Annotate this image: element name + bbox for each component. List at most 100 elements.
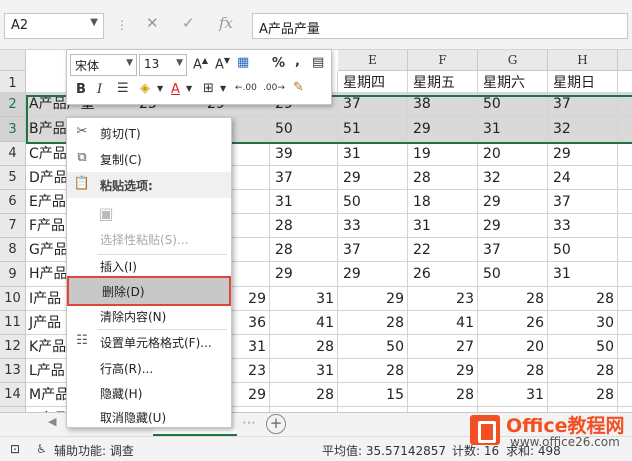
- cell[interactable]: 20: [478, 335, 548, 359]
- menu-item-hide[interactable]: 隐藏(H): [67, 380, 231, 406]
- menu-item-row-height[interactable]: 行高(R)...: [67, 355, 231, 381]
- cell[interactable]: 29: [338, 262, 408, 287]
- cell[interactable]: 29: [548, 142, 618, 166]
- cell[interactable]: 29: [478, 190, 548, 214]
- column-header[interactable]: G: [478, 50, 548, 71]
- align-center-icon[interactable]: ☰: [117, 81, 129, 96]
- paste-option-default[interactable]: ▣: [67, 198, 231, 228]
- row-header[interactable]: 14: [0, 383, 26, 407]
- row-header[interactable]: 8: [0, 238, 26, 262]
- cell[interactable]: 33: [548, 214, 618, 238]
- cell[interactable]: [618, 262, 632, 287]
- tab-overflow-icon[interactable]: ⋯: [242, 415, 256, 431]
- cell[interactable]: 50: [478, 262, 548, 287]
- percent-button[interactable]: %: [272, 56, 285, 71]
- cell[interactable]: 28: [270, 238, 338, 262]
- cell[interactable]: 28: [270, 335, 338, 359]
- cell[interactable]: 50: [548, 335, 618, 359]
- cell[interactable]: 15: [338, 383, 408, 407]
- row-header[interactable]: 5: [0, 166, 26, 190]
- increase-font-icon[interactable]: A▲: [193, 56, 208, 72]
- row-header[interactable]: 4: [0, 142, 26, 166]
- insert-function-icon[interactable]: fx: [219, 14, 233, 32]
- cell[interactable]: 29: [408, 359, 478, 383]
- cell[interactable]: 31: [478, 383, 548, 407]
- row-header[interactable]: 11: [0, 311, 26, 335]
- format-painter-table-icon[interactable]: ▤: [312, 55, 324, 70]
- cell[interactable]: 28: [338, 359, 408, 383]
- cell[interactable]: 37: [270, 166, 338, 190]
- cell[interactable]: 33: [338, 214, 408, 238]
- cell[interactable]: 50: [338, 190, 408, 214]
- cell[interactable]: 31: [270, 287, 338, 311]
- cell[interactable]: 37: [338, 238, 408, 262]
- menu-item-paste-special[interactable]: 选择性粘贴(S)...: [67, 226, 231, 252]
- menu-item-unhide[interactable]: 取消隐藏(U): [67, 404, 231, 430]
- cell[interactable]: 28: [338, 311, 408, 335]
- cell[interactable]: 31: [548, 262, 618, 287]
- accessibility-status[interactable]: 辅助功能: 调查: [54, 442, 134, 459]
- cell[interactable]: 22: [408, 238, 478, 262]
- drag-handle-icon[interactable]: ⋮: [116, 18, 128, 32]
- column-header[interactable]: [618, 50, 632, 71]
- cell[interactable]: 51: [338, 117, 408, 142]
- row-header[interactable]: 7: [0, 214, 26, 238]
- cell[interactable]: [618, 117, 632, 142]
- cell[interactable]: [618, 142, 632, 166]
- cell[interactable]: [618, 238, 632, 262]
- cell[interactable]: 28: [548, 359, 618, 383]
- row-header[interactable]: 2: [0, 92, 26, 117]
- column-header[interactable]: H: [548, 50, 618, 71]
- increase-decimal-icon[interactable]: ←.00: [235, 83, 257, 93]
- font-size-select[interactable]: 13 ▼: [139, 54, 187, 76]
- cell[interactable]: 28: [270, 383, 338, 407]
- cell[interactable]: 28: [478, 287, 548, 311]
- column-header[interactable]: E: [338, 50, 408, 71]
- borders-dropdown-icon[interactable]: ▼: [220, 84, 226, 93]
- cell[interactable]: 41: [408, 311, 478, 335]
- cell[interactable]: [618, 92, 632, 117]
- cell[interactable]: 24: [548, 166, 618, 190]
- cell[interactable]: [618, 383, 632, 407]
- cell[interactable]: 50: [270, 117, 338, 142]
- fill-dropdown-icon[interactable]: ▼: [157, 84, 163, 93]
- cell[interactable]: 31: [338, 142, 408, 166]
- cell[interactable]: 32: [478, 166, 548, 190]
- cell[interactable]: 37: [548, 190, 618, 214]
- cell[interactable]: 28: [548, 383, 618, 407]
- cell[interactable]: 29: [478, 214, 548, 238]
- font-color-dropdown-icon[interactable]: ▼: [186, 84, 192, 93]
- number-format-icon[interactable]: ▦: [237, 55, 249, 70]
- cell[interactable]: 31: [270, 359, 338, 383]
- cell[interactable]: 26: [408, 262, 478, 287]
- cell[interactable]: 31: [270, 190, 338, 214]
- menu-item-clear-contents[interactable]: 清除内容(N): [67, 303, 231, 329]
- select-all-corner[interactable]: [0, 50, 26, 71]
- cell[interactable]: 28: [270, 214, 338, 238]
- italic-button[interactable]: I: [97, 82, 102, 97]
- cell[interactable]: 28: [408, 383, 478, 407]
- cell[interactable]: 29: [338, 166, 408, 190]
- font-color-icon[interactable]: A: [171, 82, 180, 97]
- cell[interactable]: [618, 214, 632, 238]
- formula-input[interactable]: A产品产量: [252, 13, 628, 39]
- cell[interactable]: 37: [548, 92, 618, 117]
- borders-icon[interactable]: ⊞: [203, 81, 214, 96]
- name-box[interactable]: A2 ▼: [4, 13, 104, 39]
- chevron-down-icon[interactable]: ▼: [90, 17, 98, 28]
- menu-item-format-cells[interactable]: ☷ 设置单元格格式(F)...: [67, 329, 231, 355]
- confirm-icon[interactable]: ✓: [182, 14, 195, 32]
- cell[interactable]: [618, 359, 632, 383]
- cell[interactable]: 38: [408, 92, 478, 117]
- cell[interactable]: 18: [408, 190, 478, 214]
- cell[interactable]: 37: [478, 238, 548, 262]
- cell[interactable]: 28: [408, 166, 478, 190]
- cell[interactable]: 37: [338, 92, 408, 117]
- menu-item-delete[interactable]: 删除(D): [67, 276, 231, 306]
- cell[interactable]: [618, 190, 632, 214]
- cell[interactable]: 19: [408, 142, 478, 166]
- menu-item-cut[interactable]: ✂ 剪切(T): [67, 120, 231, 146]
- cell[interactable]: 27: [408, 335, 478, 359]
- menu-item-insert[interactable]: 插入(I): [67, 253, 231, 279]
- cell[interactable]: 30: [548, 311, 618, 335]
